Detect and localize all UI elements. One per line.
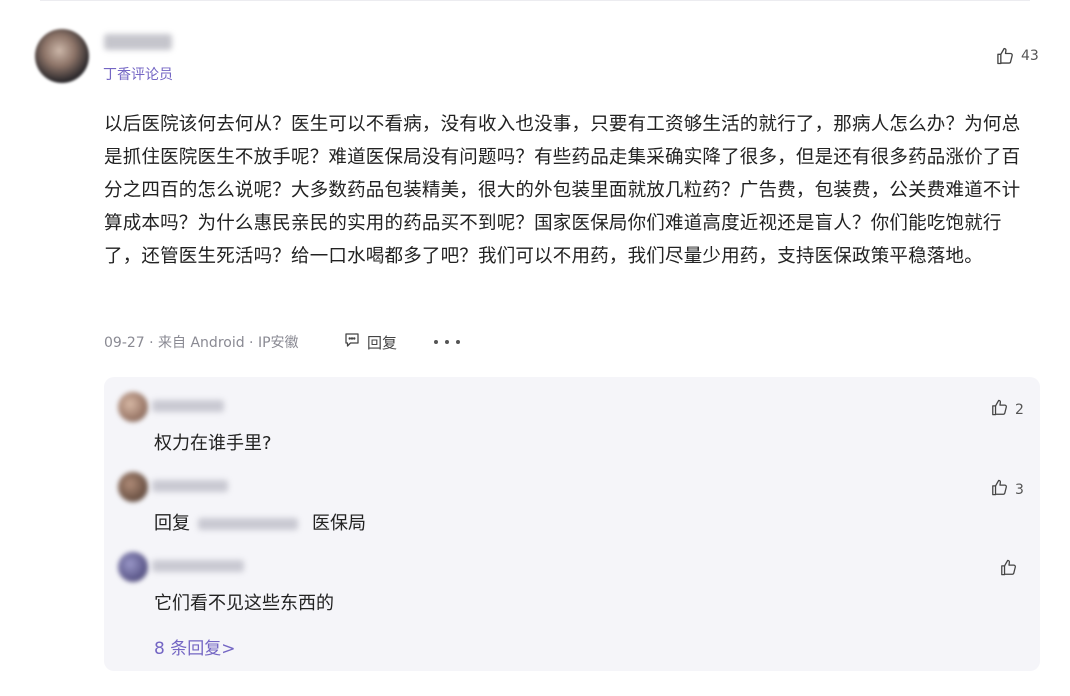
avatar[interactable] bbox=[35, 29, 89, 83]
mentioned-user-blurred[interactable] bbox=[198, 518, 298, 530]
avatar[interactable] bbox=[118, 392, 148, 422]
like-button[interactable]: 43 bbox=[995, 46, 1039, 66]
comment-page: 丁香评论员 43 以后医院该何去何从？医生可以不看病，没有收入也没事，只要有工资… bbox=[0, 0, 1070, 696]
thumbs-up-icon bbox=[999, 558, 1018, 581]
reply-label: 回复 bbox=[367, 333, 398, 352]
reply-username-blurred[interactable] bbox=[152, 480, 228, 492]
reply-like-button[interactable] bbox=[999, 558, 1024, 581]
divider bbox=[40, 0, 1030, 1]
reply-username-blurred[interactable] bbox=[152, 560, 244, 572]
avatar[interactable] bbox=[118, 472, 148, 502]
reply-username-blurred[interactable] bbox=[152, 400, 224, 412]
reply-prefix: 回复 bbox=[154, 513, 190, 534]
reply-text: 它们看不见这些东西的 bbox=[154, 593, 334, 614]
thumbs-up-icon bbox=[990, 478, 1009, 501]
thumbs-up-icon bbox=[990, 398, 1009, 421]
replies-panel: 权力在谁手里? 2 回复 医保局 3 它们看不见这些东西的 8 条回复> bbox=[104, 377, 1040, 671]
user-role-badge: 丁香评论员 bbox=[103, 67, 173, 83]
username-blurred[interactable] bbox=[104, 34, 172, 50]
thumbs-up-icon bbox=[995, 46, 1015, 66]
comment-meta: 09-27 · 来自 Android · IP安徽 bbox=[104, 335, 299, 351]
reply-like-count: 2 bbox=[1015, 401, 1024, 418]
comment-bubble-icon bbox=[343, 331, 361, 353]
comment-text: 以后医院该何去何从？医生可以不看病，没有收入也没事，只要有工资够生活的就行了，那… bbox=[104, 114, 1021, 267]
reply-content: 医保局 bbox=[312, 513, 366, 534]
reply-text: 回复 医保局 bbox=[154, 509, 366, 535]
like-count: 43 bbox=[1021, 48, 1039, 64]
reply-like-button[interactable]: 2 bbox=[990, 398, 1024, 421]
reply-like-button[interactable]: 3 bbox=[990, 478, 1024, 501]
reply-button[interactable]: 回复 bbox=[343, 331, 397, 353]
reply-text: 权力在谁手里? bbox=[154, 433, 272, 454]
reply-like-count: 3 bbox=[1015, 481, 1024, 498]
view-more-replies-link[interactable]: 8 条回复> bbox=[154, 634, 235, 659]
more-dots-icon[interactable] bbox=[434, 333, 460, 351]
avatar[interactable] bbox=[118, 552, 148, 582]
